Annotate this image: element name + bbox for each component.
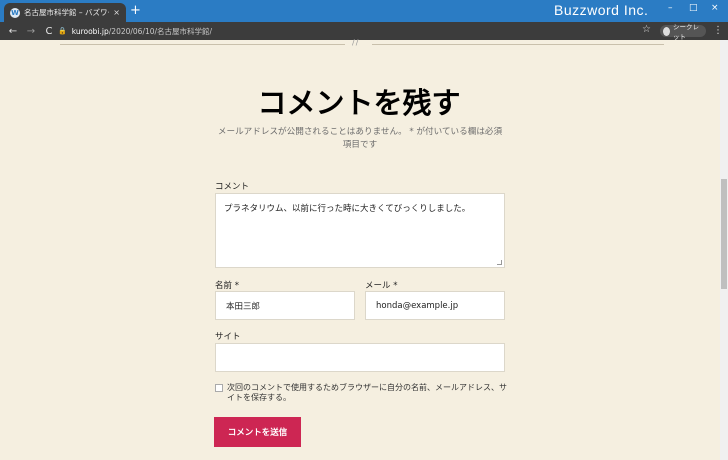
- forward-icon[interactable]: →: [26, 26, 36, 37]
- name-label: 名前 *: [215, 281, 239, 291]
- name-input[interactable]: 本田三郎: [215, 291, 355, 320]
- email-input[interactable]: honda@example.jp: [365, 291, 505, 320]
- bookmark-star-icon[interactable]: ☆: [642, 24, 651, 35]
- browser-tab[interactable]: W 名古屋市科学館 – バズワード出かけ… ×: [4, 3, 126, 22]
- reload-icon[interactable]: C: [44, 26, 54, 37]
- vertical-scrollbar[interactable]: [720, 40, 728, 460]
- incognito-profile-button[interactable]: シークレット: [660, 23, 706, 41]
- save-info-label: 次回のコメントで使用するためブラウザーに自分の名前、メールアドレス、サイトを保存…: [227, 383, 507, 402]
- email-value: honda@example.jp: [376, 300, 459, 311]
- site-label: サイト: [215, 332, 241, 342]
- wordpress-icon: W: [10, 7, 20, 18]
- save-info-row: 次回のコメントで使用するためブラウザーに自分の名前、メールアドレス、サイトを保存…: [215, 383, 507, 403]
- submit-comment-button[interactable]: コメントを送信: [214, 417, 301, 447]
- close-window-button[interactable]: ×: [711, 3, 719, 13]
- comment-heading: コメントを残す: [257, 86, 461, 120]
- address-bar[interactable]: 🔒 kuroobi.jp /2020/06/10/名古屋市科学館/: [58, 23, 654, 39]
- save-info-checkbox[interactable]: [215, 384, 223, 392]
- tab-title: 名古屋市科学館 – バズワード出かけ…: [24, 8, 109, 17]
- email-label: メール *: [365, 281, 398, 291]
- name-value: 本田三郎: [226, 301, 261, 312]
- comment-textarea[interactable]: プラネタリウム、以前に行った時に大きくてびっくりしました。: [215, 193, 505, 268]
- minimize-button[interactable]: –: [668, 3, 673, 13]
- new-tab-button[interactable]: +: [130, 4, 141, 18]
- url-host: kuroobi.jp: [71, 26, 109, 36]
- scrollbar-thumb[interactable]: [721, 179, 727, 289]
- lock-icon: 🔒: [58, 27, 67, 35]
- comment-label: コメント: [215, 182, 250, 192]
- brand-watermark: Buzzword Inc.: [554, 2, 649, 18]
- comment-text: プラネタリウム、以前に行った時に大きくてびっくりしました。: [224, 204, 471, 214]
- site-input[interactable]: [215, 343, 505, 372]
- section-divider-mark: //: [352, 38, 360, 47]
- incognito-icon: [663, 26, 670, 36]
- section-divider-right: [372, 44, 664, 45]
- browser-toolbar: ← → C 🔒 kuroobi.jp /2020/06/10/名古屋市科学館/ …: [0, 22, 728, 41]
- section-divider-left: [60, 44, 345, 45]
- browser-menu-icon[interactable]: ⋮: [713, 25, 723, 36]
- tab-close-icon[interactable]: ×: [113, 8, 120, 17]
- resize-handle-icon[interactable]: [497, 260, 502, 265]
- back-icon[interactable]: ←: [8, 26, 18, 37]
- comment-notes: メールアドレスが公開されることはありません。 * が付いている欄は必須項目です: [217, 127, 503, 150]
- profile-label: シークレット: [672, 23, 699, 41]
- title-bar: W 名古屋市科学館 – バズワード出かけ… × + Buzzword Inc. …: [0, 0, 728, 22]
- maximize-button[interactable]: □: [689, 3, 698, 13]
- page-content: // コメントを残す メールアドレスが公開されることはありません。 * が付いて…: [0, 38, 728, 460]
- url-path: /2020/06/10/名古屋市科学館/: [108, 26, 213, 36]
